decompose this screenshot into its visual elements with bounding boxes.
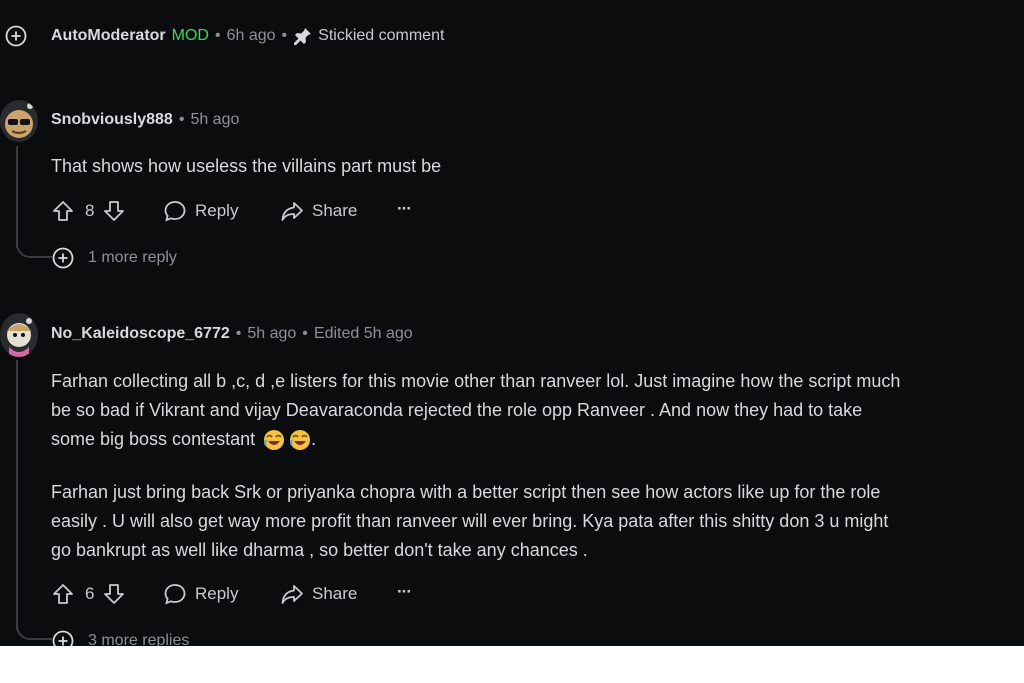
- snoo-avatar-icon: [5, 103, 33, 138]
- share-label: Share: [312, 584, 358, 603]
- reply-label: Reply: [195, 584, 239, 603]
- timestamp: 5h ago: [190, 111, 240, 128]
- plus-circle-icon: [52, 630, 74, 646]
- comment-bubble-icon: [164, 584, 186, 605]
- timestamp: 5h ago: [247, 325, 297, 342]
- comment-line: go bankrupt as well like dharma , so bet…: [51, 540, 588, 560]
- period: .: [311, 429, 317, 449]
- plus-circle-icon: [5, 25, 27, 47]
- share-label: Share: [312, 201, 358, 220]
- comment-thread: AutoModerator MOD • 6h ago • Stickied co…: [0, 0, 1024, 646]
- reply-label: Reply: [195, 201, 239, 220]
- more-replies-button[interactable]: 3 more replies: [52, 630, 189, 646]
- share-arrow-icon: [281, 202, 303, 221]
- comment-line: Farhan collecting all b ,c, d ,e listers…: [51, 371, 901, 391]
- sticky-comment-header: AutoModerator MOD • 6h ago • Stickied co…: [51, 26, 444, 46]
- upvote-icon[interactable]: [51, 582, 75, 606]
- comment-line: easily . U will also get way more profit…: [51, 511, 889, 531]
- downvote-icon[interactable]: [102, 199, 126, 223]
- separator-dot: •: [302, 325, 308, 342]
- stickied-label: Stickied comment: [318, 27, 445, 44]
- mod-badge: MOD: [171, 27, 209, 44]
- share-button[interactable]: Share: [280, 199, 357, 223]
- upvote-icon[interactable]: [51, 199, 75, 223]
- comment-paragraph: Farhan just bring back Srk or priyanka c…: [51, 478, 888, 565]
- downvote-icon[interactable]: [102, 582, 126, 606]
- comment-body: That shows how useless the villains part…: [51, 156, 442, 176]
- reply-button[interactable]: Reply: [163, 582, 238, 606]
- comment-paragraph: Farhan collecting all b ,c, d ,e listers…: [51, 367, 900, 454]
- separator-dot: •: [178, 111, 185, 128]
- expand-comment-button[interactable]: [5, 25, 27, 47]
- vote-controls: 8: [51, 199, 126, 223]
- edited-label: Edited 5h ago: [313, 325, 413, 342]
- plus-circle-icon: [52, 247, 74, 269]
- username[interactable]: Snobviously888: [51, 111, 173, 129]
- thread-line: [16, 146, 18, 248]
- thread-curve: [16, 238, 52, 258]
- comment-header: Snobviously888 • 5h ago: [51, 111, 239, 129]
- share-button[interactable]: Share: [280, 582, 357, 606]
- comment-bubble-icon: [164, 201, 186, 222]
- comment-line: be so bad if Vikrant and vijay Deavaraco…: [51, 400, 863, 420]
- thread-curve: [16, 620, 52, 640]
- laughing-emoji-icon: 😂😂. .: [263, 425, 316, 454]
- separator-dot: •: [214, 27, 221, 44]
- comment-header: No_Kaleidoscope_6772 • 5h ago • Edited 5…: [51, 325, 413, 343]
- username[interactable]: AutoModerator: [51, 27, 166, 45]
- pin-icon: [294, 28, 312, 45]
- thread-line: [16, 360, 18, 630]
- more-replies-label: 3 more replies: [88, 632, 190, 646]
- more-replies-label: 1 more reply: [88, 249, 177, 266]
- avatar[interactable]: [0, 313, 38, 357]
- share-arrow-icon: [281, 585, 303, 604]
- vote-controls: 6: [51, 582, 126, 606]
- timestamp: 6h ago: [226, 27, 276, 44]
- avatar[interactable]: [0, 100, 38, 142]
- vote-count: 6: [85, 584, 95, 603]
- username[interactable]: No_Kaleidoscope_6772: [51, 325, 230, 343]
- separator-dot: •: [281, 27, 288, 44]
- reply-button[interactable]: Reply: [163, 199, 238, 223]
- separator-dot: •: [235, 325, 242, 342]
- more-options-button[interactable]: ···: [397, 582, 412, 602]
- more-replies-button[interactable]: 1 more reply: [52, 247, 177, 269]
- comment-line: Farhan just bring back Srk or priyanka c…: [51, 482, 881, 502]
- vote-count: 8: [85, 201, 95, 220]
- comment-line: some big boss contestant: [51, 429, 256, 449]
- snoo-avatar-icon: [7, 318, 32, 357]
- comment-line-with-emoji: some big boss contestant 😂😂. .: [51, 425, 900, 454]
- more-options-button[interactable]: ···: [397, 199, 412, 219]
